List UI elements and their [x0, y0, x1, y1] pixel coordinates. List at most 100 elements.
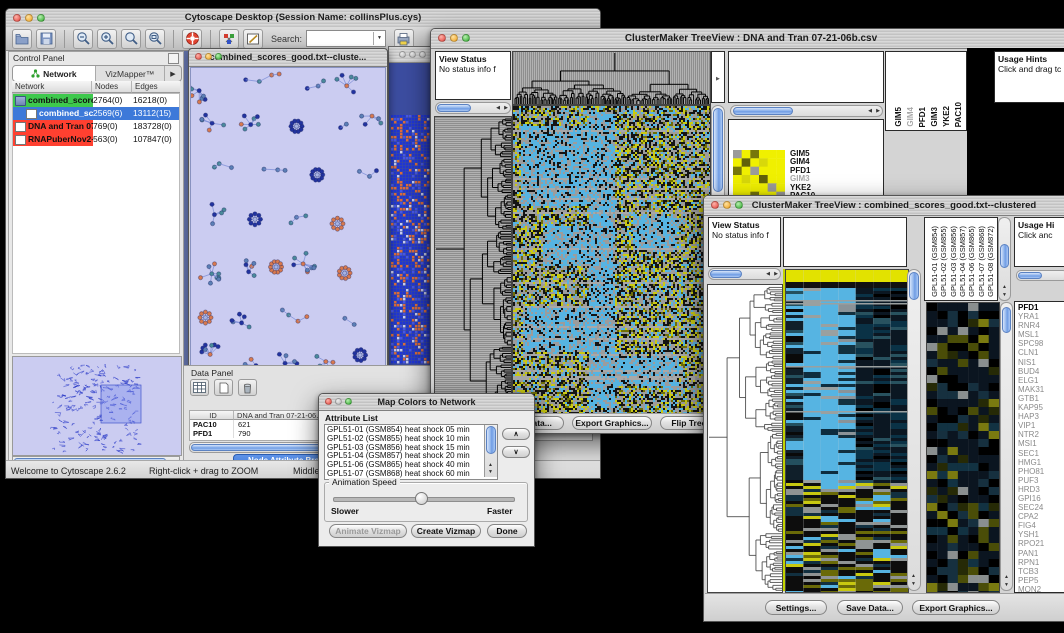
tv2-heatmap[interactable] — [785, 269, 909, 593]
tv2-usage-hscrollbar[interactable] — [1016, 270, 1064, 281]
tv1-column-dendrogram[interactable] — [512, 51, 711, 105]
scroll-up-icon[interactable]: ▲ — [1002, 285, 1007, 290]
scrollbar-thumb[interactable] — [486, 426, 496, 454]
column-label[interactable]: GPL51-04 (GSM857) — [958, 226, 967, 297]
close-icon[interactable] — [711, 201, 719, 209]
vizmapper-nodes-icon[interactable] — [219, 29, 239, 49]
scroll-down-icon[interactable]: ▼ — [488, 470, 493, 475]
tv2-row-dendrogram[interactable] — [707, 284, 783, 593]
gene-label[interactable]: TCB3 — [1018, 567, 1064, 576]
float-panel-icon[interactable] — [168, 53, 179, 64]
column-label[interactable]: GPL51-06 (GSM865) — [967, 226, 976, 297]
scrollbar-thumb[interactable] — [1018, 272, 1042, 279]
network-overview-canvas[interactable] — [12, 356, 182, 456]
column-label[interactable]: GIM3 — [930, 107, 939, 127]
gene-label[interactable]: PUF3 — [1018, 476, 1064, 485]
scrollbar-thumb[interactable] — [713, 108, 723, 192]
export-graphics-button[interactable]: Export Graphics... — [912, 600, 1000, 615]
gene-label[interactable]: PFD1 — [1018, 303, 1064, 312]
tv2-heatmap-vscrollbar[interactable]: ▲ ▼ — [907, 269, 921, 591]
zoom-selected-button[interactable] — [121, 29, 141, 49]
attribute-list-vscrollbar[interactable]: ▲ ▼ — [484, 425, 497, 477]
scrollbar-thumb[interactable] — [437, 104, 471, 112]
attribute-list-item[interactable]: GPL51-02 (GSM855) heat shock 10 min — [327, 435, 483, 444]
close-icon[interactable] — [13, 14, 21, 22]
gene-label[interactable]: PHO81 — [1018, 467, 1064, 476]
scrollbar-thumb[interactable] — [710, 270, 742, 278]
gene-label[interactable]: GPI16 — [1018, 494, 1064, 503]
gene-label[interactable]: MSI1 — [1018, 439, 1064, 448]
gene-label[interactable]: MON2 — [1018, 585, 1064, 593]
col-header-edges[interactable]: Edges — [132, 81, 180, 93]
close-icon[interactable] — [195, 53, 202, 60]
attribute-list-item[interactable]: GPL51-04 (GSM857) heat shock 20 min — [327, 452, 483, 461]
help-lifesaver-button[interactable] — [182, 29, 202, 49]
scrollbar-thumb[interactable] — [1002, 307, 1011, 333]
zoom-in-button[interactable] — [97, 29, 117, 49]
zoom-out-button[interactable] — [73, 29, 93, 49]
annotation-button[interactable] — [243, 29, 263, 49]
column-label[interactable]: GPL51-08 (GSM872) — [986, 226, 995, 297]
tab-overflow-arrow[interactable]: ▶ — [165, 66, 181, 81]
network-graph-canvas[interactable] — [190, 67, 386, 371]
create-vizmap-button[interactable]: Create Vizmap — [411, 524, 481, 538]
column-label[interactable]: GIM4 — [906, 107, 915, 127]
gene-label[interactable]: CPA2 — [1018, 512, 1064, 521]
minimize-icon[interactable] — [205, 53, 212, 60]
move-up-button[interactable]: ∧ — [502, 428, 530, 440]
attribute-list-item[interactable]: GPL51-01 (GSM854) heat shock 05 min — [327, 426, 483, 435]
zoom-window-icon[interactable] — [37, 14, 45, 22]
minimize-icon[interactable] — [723, 201, 731, 209]
tv1-status-hscrollbar[interactable]: ◀ ▶ — [435, 102, 511, 114]
scroll-right-icon[interactable]: ▶ — [876, 109, 880, 114]
tab-vizmapper[interactable]: VizMapper™ — [96, 66, 165, 81]
scroll-up-icon[interactable]: ▲ — [488, 463, 493, 468]
id-column-header[interactable]: ID — [190, 411, 234, 420]
column-label[interactable]: GPL51-01 (GSM854) — [930, 226, 939, 297]
done-button[interactable]: Done — [487, 524, 527, 538]
search-dropdown-icon[interactable]: ▼ — [373, 32, 385, 45]
close-icon[interactable] — [325, 398, 332, 405]
tv1-row-dendrogram[interactable] — [434, 116, 512, 415]
tv2-zoom-heatmap[interactable] — [926, 302, 1000, 593]
gene-label[interactable]: BUD4 — [1018, 367, 1064, 376]
network-list-row[interactable]: RNAPuberNov2+563(0)107847(0) — [13, 133, 179, 146]
tab-network[interactable]: Network — [13, 66, 96, 81]
gene-label[interactable]: MSL1 — [1018, 330, 1064, 339]
gene-label[interactable]: SEC24 — [1018, 503, 1064, 512]
gene-label[interactable]: HAP3 — [1018, 412, 1064, 421]
minimize-icon[interactable] — [450, 34, 458, 42]
scroll-down-icon[interactable]: ▼ — [1002, 293, 1007, 298]
col-header-network[interactable]: Network — [12, 81, 92, 93]
gene-label[interactable]: HRD3 — [1018, 485, 1064, 494]
gene-label[interactable]: CLN1 — [1018, 348, 1064, 357]
zoom-window-icon[interactable] — [215, 53, 222, 60]
column-label[interactable]: GIM5 — [894, 107, 903, 127]
delete-attribute-button[interactable] — [238, 379, 257, 396]
zoom-window-icon[interactable] — [419, 51, 426, 58]
zoom-window-icon[interactable] — [462, 34, 470, 42]
speed-slider-thumb[interactable] — [415, 492, 428, 505]
tv1-global-hscrollbar[interactable]: ◀ ▶ — [730, 105, 883, 117]
gene-label[interactable]: KAP95 — [1018, 403, 1064, 412]
save-button[interactable] — [36, 29, 56, 49]
gene-label[interactable]: SPC98 — [1018, 339, 1064, 348]
scroll-left-icon[interactable]: ◀ — [766, 272, 770, 277]
close-icon[interactable] — [399, 51, 406, 58]
zoom-window-icon[interactable] — [735, 201, 743, 209]
minimize-icon[interactable] — [335, 398, 342, 405]
scroll-up-icon[interactable]: ▲ — [1004, 575, 1009, 580]
zoom-window-icon[interactable] — [345, 398, 352, 405]
gene-label[interactable]: RPN1 — [1018, 558, 1064, 567]
scrollbar-thumb[interactable] — [733, 107, 793, 115]
gene-label[interactable]: FIG4 — [1018, 521, 1064, 530]
gene-label[interactable]: PEP5 — [1018, 576, 1064, 585]
gene-label[interactable]: SEC1 — [1018, 449, 1064, 458]
zoom-fit-button[interactable] — [145, 29, 165, 49]
column-label[interactable]: PFD1 — [918, 107, 927, 127]
attribute-list-item[interactable]: GPL51-03 (GSM856) heat shock 15 min — [327, 444, 483, 453]
column-label[interactable]: GPL51-07 (GSM868) — [977, 226, 986, 297]
search-input[interactable] — [307, 31, 373, 46]
gene-label[interactable]: VIP1 — [1018, 421, 1064, 430]
close-icon[interactable] — [438, 34, 446, 42]
